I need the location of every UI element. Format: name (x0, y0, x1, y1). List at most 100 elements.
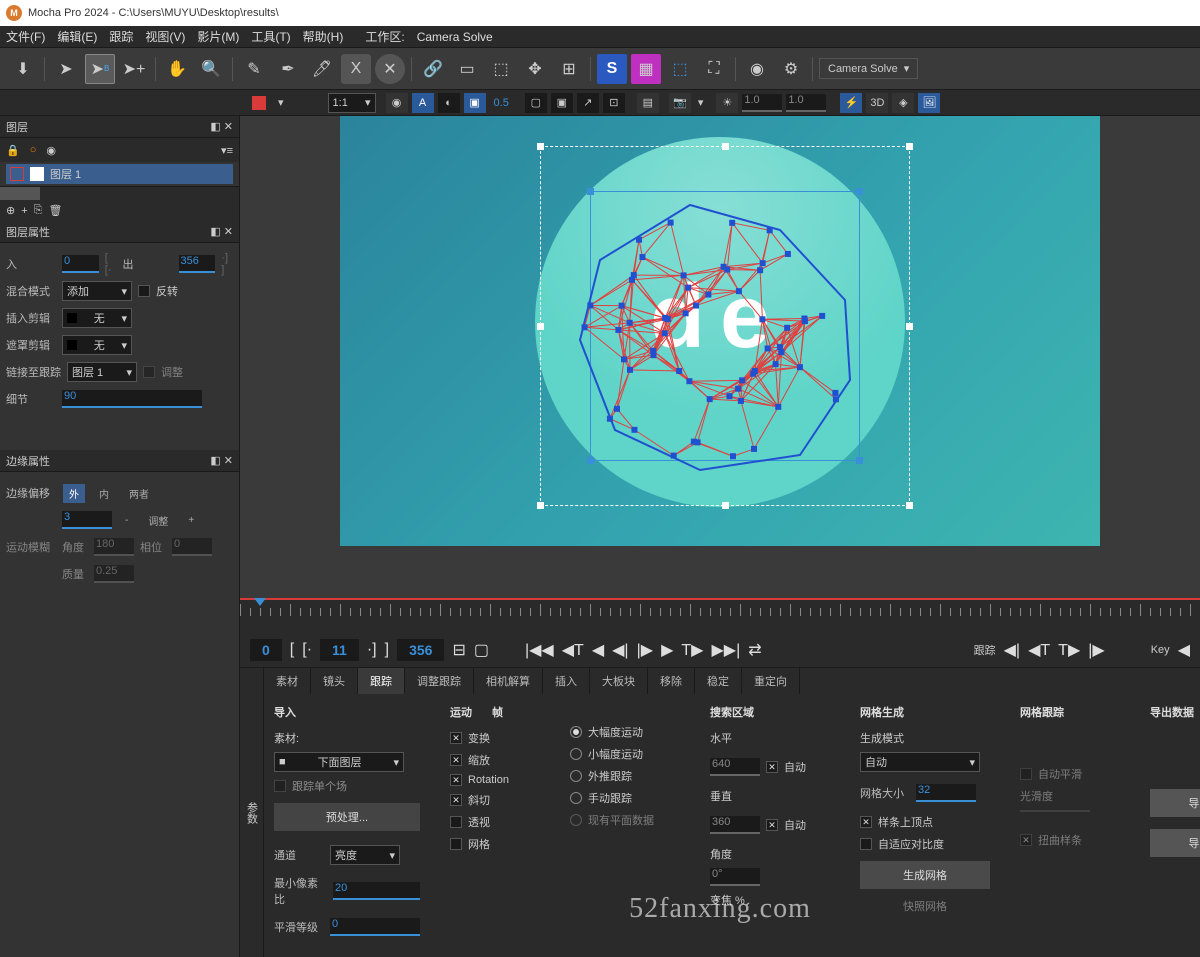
add-icon[interactable]: + (21, 205, 27, 217)
step-back-t-icon[interactable]: ◀T (562, 640, 584, 660)
bracket-open-icon[interactable]: [ (290, 641, 294, 659)
export-track-button[interactable]: 导出跟踪... (1150, 789, 1200, 817)
bezier-tool-icon[interactable]: ✒ (273, 54, 303, 84)
goto-start-icon[interactable]: |◀◀ (525, 640, 554, 660)
toggle-2-icon[interactable]: ▣ (464, 93, 486, 113)
gear-icon[interactable]: ⚙ (776, 54, 806, 84)
horiz-auto-check[interactable] (766, 761, 778, 773)
canvas[interactable]: d e (340, 116, 1100, 546)
alpha-a-icon[interactable]: A (412, 93, 434, 113)
overlay-2-icon[interactable]: ▣ (551, 93, 573, 113)
menu-help[interactable]: 帮助(H) (303, 28, 344, 45)
in-frame-input[interactable]: 0 (62, 255, 99, 273)
current-frame[interactable]: 11 (320, 639, 359, 661)
minus-button[interactable]: - (119, 513, 134, 528)
move-tool-icon[interactable]: ✥ (520, 54, 550, 84)
close-icon[interactable]: ✕ (224, 226, 233, 238)
range-1-icon[interactable]: ⊟ (452, 640, 465, 660)
rotation-check[interactable] (450, 774, 462, 786)
blend-select[interactable]: 添加▾ (62, 281, 132, 301)
target-icon[interactable]: ◉ (742, 54, 772, 84)
preprocess-button[interactable]: 预处理... (274, 803, 420, 831)
generate-mesh-button[interactable]: 生成网格 (860, 861, 990, 889)
smooth-input[interactable]: 0 (330, 918, 420, 936)
brightness-icon[interactable]: ☀ (716, 93, 738, 113)
adjust-button[interactable]: 调整 (142, 511, 174, 530)
tab-clip[interactable]: 素材 (264, 668, 311, 694)
small-motion-radio[interactable] (570, 748, 582, 760)
track-back-end-icon[interactable]: ◀| (1004, 640, 1020, 660)
tab-adjust[interactable]: 调整跟踪 (405, 668, 474, 694)
edge-outer[interactable]: 外 (63, 484, 85, 503)
bracket-close-icon[interactable]: ] (385, 641, 389, 659)
edge-both[interactable]: 两者 (123, 484, 155, 503)
circle-icon[interactable]: ○ (30, 144, 37, 156)
gamma-val[interactable]: 1.0 (786, 94, 826, 112)
playhead[interactable] (254, 598, 284, 633)
dock-icon[interactable]: ◧ (210, 226, 220, 238)
menu-edit[interactable]: 编辑(E) (57, 28, 97, 45)
brightness-val[interactable]: 1.0 (742, 94, 782, 112)
bracket-in-icon[interactable]: [· (302, 641, 312, 659)
circle-remove-icon[interactable]: ✕ (375, 54, 405, 84)
s-box-icon[interactable]: S (597, 54, 627, 84)
rgb-icon[interactable]: ◉ (386, 93, 408, 113)
arrow-b-tool-icon[interactable]: ➤B (85, 54, 115, 84)
transform-check[interactable] (450, 732, 462, 744)
toggle-1-icon[interactable]: ◐ (438, 93, 460, 113)
overlay-1-icon[interactable]: ▢ (525, 93, 547, 113)
lock-icon[interactable]: 🔒 (6, 144, 20, 157)
new-layer-icon[interactable]: ⊕ (6, 204, 15, 217)
key-back-icon[interactable]: ◀ (1178, 640, 1190, 660)
solve-dropdown[interactable]: Camera Solve▾ (819, 58, 918, 79)
tab-track[interactable]: 跟踪 (358, 668, 405, 694)
diamond-icon[interactable]: ◈ (892, 93, 914, 113)
step-fwd-t-icon[interactable]: T▶ (681, 640, 703, 660)
insert-clip-select[interactable]: 无▾ (62, 308, 132, 328)
tab-mega[interactable]: 大板块 (590, 668, 648, 694)
track-back-icon[interactable]: ◀T (1028, 640, 1050, 660)
link-track-select[interactable]: 图层 1▾ (67, 362, 137, 382)
extrap-radio[interactable] (570, 770, 582, 782)
transform-tool-icon[interactable]: ⊞ (554, 54, 584, 84)
layer-item[interactable]: 图层 1 (6, 164, 233, 184)
manual-radio[interactable] (570, 792, 582, 804)
dock-icon[interactable]: ◧ (210, 121, 220, 133)
spline-vertex-check[interactable] (860, 816, 872, 828)
range-2-icon[interactable]: ▢ (474, 640, 489, 660)
menu-clip[interactable]: 影片(M) (197, 28, 239, 45)
tab-stabilize[interactable]: 稳定 (695, 668, 742, 694)
menu-file[interactable]: 文件(F) (6, 28, 45, 45)
edge-val-input[interactable]: 3 (62, 511, 112, 529)
clip-select[interactable]: ■下面图层▾ (274, 752, 404, 772)
scale-check[interactable] (450, 754, 462, 766)
play-fwd-icon[interactable]: ▶ (661, 640, 673, 660)
opacity-value[interactable]: 0.5 (490, 97, 513, 109)
edge-inner[interactable]: 内 (93, 484, 115, 503)
track-fwd-end-icon[interactable]: |▶ (1088, 640, 1104, 660)
3d-toggle[interactable]: 3D (866, 93, 888, 113)
mesh-check[interactable] (450, 838, 462, 850)
zoom-select[interactable]: 1:1▾ (328, 93, 376, 113)
minpx-input[interactable]: 20 (333, 882, 420, 900)
workspace-value[interactable]: Camera Solve (417, 30, 493, 44)
angle-input[interactable]: 0° (710, 868, 760, 886)
tab-reorient[interactable]: 重定向 (742, 668, 800, 694)
dock-icon[interactable]: ◧ (210, 455, 220, 467)
out-frame-input[interactable]: 356 (179, 255, 216, 273)
genmode-select[interactable]: 自动▾ (860, 752, 980, 772)
overlay-4-icon[interactable]: ⊡ (603, 93, 625, 113)
clip-icon[interactable]: ▤ (637, 93, 659, 113)
play-back-icon[interactable]: ◀ (592, 640, 604, 660)
xspline-tool-icon[interactable]: ✎ (239, 54, 269, 84)
rect-dash-tool-icon[interactable]: ⬚ (486, 54, 516, 84)
image-icon[interactable]: 🖼 (918, 93, 940, 113)
rect-tool-icon[interactable]: ▭ (452, 54, 482, 84)
copy-icon[interactable]: ⎘ (34, 204, 43, 217)
frame-back-icon[interactable]: ◀| (612, 640, 628, 660)
hand-tool-icon[interactable]: ✋ (162, 54, 192, 84)
meshsize-input[interactable]: 32 (916, 784, 976, 802)
color-wheel-icon[interactable]: ◉ (46, 144, 56, 157)
save-icon[interactable]: ⬇ (8, 54, 38, 84)
overlay-3-icon[interactable]: ↗ (577, 93, 599, 113)
